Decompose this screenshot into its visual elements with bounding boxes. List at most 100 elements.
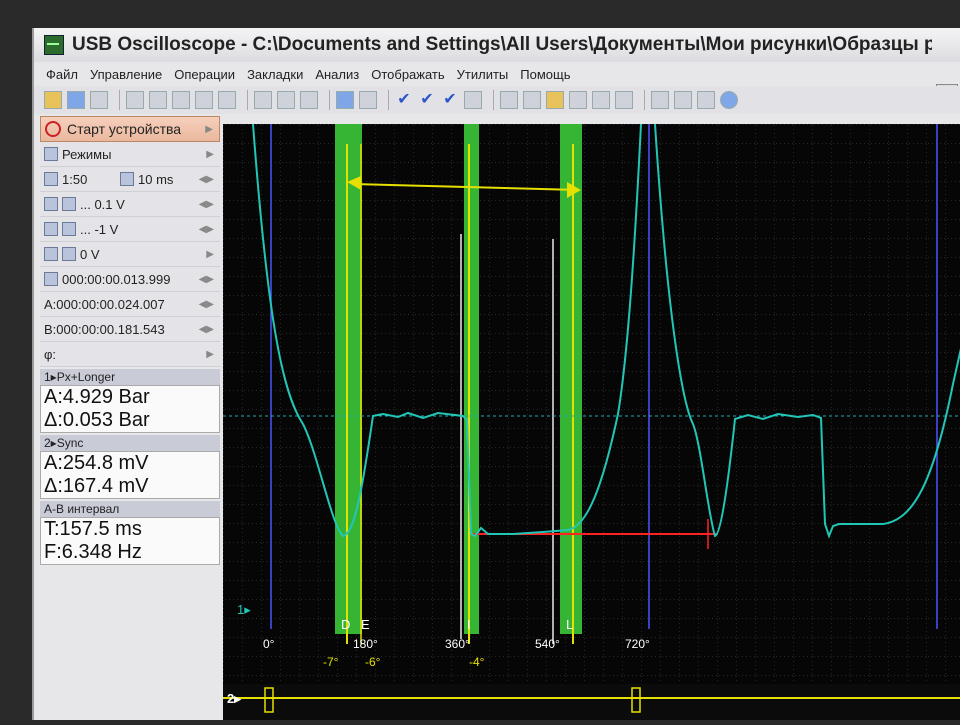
pin-icon[interactable] (359, 91, 377, 109)
check-icon[interactable]: ✔ (395, 91, 413, 109)
ch1-delta-value: Δ:0.053 Bar (44, 409, 150, 431)
paste-icon[interactable] (149, 91, 167, 109)
check-alt-icon[interactable]: ✔ (441, 91, 459, 109)
phase-0-label: 0° (263, 637, 275, 651)
print-icon[interactable] (90, 91, 108, 109)
ch1-section-header: 1▸Px+Longer (40, 369, 220, 385)
waveform-alt-icon[interactable] (277, 91, 295, 109)
menu-utilities[interactable]: Утилиты (457, 67, 509, 82)
phase-row[interactable]: φ: ▶ (40, 342, 220, 367)
trigger-row[interactable]: 0 V ▶ (40, 242, 220, 267)
folder-icon[interactable] (546, 91, 564, 109)
stepper-icon[interactable]: ◀▶ (199, 299, 214, 310)
modes-label: Режимы (62, 146, 112, 162)
cursor-a-value: A:000:00:00.024.007 (44, 296, 165, 312)
modes-button[interactable]: Режимы ▶ (40, 142, 220, 167)
probe-icon[interactable] (195, 91, 213, 109)
chevron-right-icon: ▶ (206, 348, 214, 360)
stepper-icon[interactable]: ◀▶ (199, 174, 214, 185)
offset-d-label: -7° (323, 655, 339, 669)
toolbar-separator (329, 90, 330, 110)
save-icon[interactable] (67, 91, 85, 109)
toolbar-separator (247, 90, 248, 110)
power-icon (45, 121, 61, 137)
sync-pulse-marker-2[interactable] (631, 687, 641, 713)
close-doc-icon[interactable] (697, 91, 715, 109)
copy-icon[interactable] (126, 91, 144, 109)
stop-icon[interactable] (592, 91, 610, 109)
ch2-sync-strip: 2▸ (223, 684, 960, 720)
ab-interval-readout: T:157.5 ms F:6.348 Hz (40, 517, 220, 565)
grid-background (223, 124, 960, 684)
undo-icon[interactable] (300, 91, 318, 109)
zoom-icon[interactable] (523, 91, 541, 109)
cut-icon[interactable] (172, 91, 190, 109)
chevron-right-icon: ▶ (206, 148, 214, 160)
marker-band-d[interactable] (335, 124, 362, 634)
step-icon[interactable] (569, 91, 587, 109)
ch1-a-value: A:4.929 Bar (44, 386, 150, 408)
grid-icon[interactable] (500, 91, 518, 109)
sync-pulse-marker-1[interactable] (264, 687, 274, 713)
ch2-sync-svg: 2▸ (223, 687, 960, 713)
window-title: USB Oscilloscope - C:\Documents and Sett… (72, 34, 932, 55)
cursor-a-row[interactable]: A:000:00:00.024.007 ◀▶ (40, 292, 220, 317)
stepper-icon[interactable]: ◀▶ (199, 199, 214, 210)
toolbar-separator (388, 90, 389, 110)
marker-l-label: L (566, 617, 573, 632)
menu-help[interactable]: Помощь (520, 67, 570, 82)
stepper-icon[interactable]: ◀▶ (199, 224, 214, 235)
menu-bookmarks[interactable]: Закладки (247, 67, 303, 82)
phase-720-label: 720° (625, 637, 650, 651)
marker-e-label: E (361, 617, 370, 632)
scope-svg: 1▸ D E I L 0° 180° 360° 540° 720° -7° -6… (223, 124, 960, 684)
document-icon[interactable] (464, 91, 482, 109)
check-down-icon[interactable]: ✔ (418, 91, 436, 109)
time-row[interactable]: 000:00:00.013.999 ◀▶ (40, 267, 220, 292)
toolbar-separator (493, 90, 494, 110)
cursor-b-value: B:000:00:00.181.543 (44, 321, 165, 337)
cursor-b-row[interactable]: B:000:00:00.181.543 ◀▶ (40, 317, 220, 342)
marker-band-l[interactable] (560, 124, 582, 634)
menu-control[interactable]: Управление (90, 67, 162, 82)
toolbar-separator (119, 90, 120, 110)
modes-icon (44, 147, 58, 161)
chevron-right-icon: ▶ (205, 123, 213, 135)
sheet-icon[interactable] (674, 91, 692, 109)
marker-band-i[interactable] (464, 124, 479, 634)
layout-icon[interactable] (615, 91, 633, 109)
menu-file[interactable]: Файл (46, 67, 78, 82)
control-panel: Старт устройства ▶ Режимы ▶ 1:50 10 ms ◀… (40, 116, 220, 696)
oscilloscope-screen[interactable]: 1▸ D E I L 0° 180° 360° 540° 720° -7° -6… (223, 124, 960, 684)
marker-i-label: I (467, 617, 471, 632)
magnifier-icon (44, 172, 58, 186)
ch2-a-value: A:254.8 mV (44, 452, 149, 474)
ch1-axis-marker: 1▸ (237, 602, 251, 617)
help-icon[interactable] (720, 91, 738, 109)
phase-540-label: 540° (535, 637, 560, 651)
ch1-scale-row[interactable]: ... 0.1 V ◀▶ (40, 192, 220, 217)
timebase-value: 10 ms (138, 171, 174, 187)
ch1-coupling-icon (62, 197, 76, 211)
menu-analysis[interactable]: Анализ (315, 67, 359, 82)
time-icon (44, 272, 58, 286)
open-icon[interactable] (44, 91, 62, 109)
waveform-icon[interactable] (254, 91, 272, 109)
trigger-icon[interactable] (218, 91, 236, 109)
ch2-section-header: 2▸Sync (40, 435, 220, 451)
toolbar: ✔ ✔ ✔ (34, 86, 960, 114)
ch2-scale-row[interactable]: ... -1 V ◀▶ (40, 217, 220, 242)
stepper-icon[interactable]: ◀▶ (199, 324, 214, 335)
export-icon[interactable] (651, 91, 669, 109)
menu-operations[interactable]: Операции (174, 67, 235, 82)
start-device-button[interactable]: Старт устройства ▶ (40, 116, 220, 142)
menu-view[interactable]: Отображать (371, 67, 444, 82)
zoom-timebase-row[interactable]: 1:50 10 ms ◀▶ (40, 167, 220, 192)
trigger-edge-icon (62, 247, 76, 261)
start-device-label: Старт устройства (67, 121, 182, 137)
stepper-icon[interactable]: ◀▶ (199, 274, 214, 285)
phase-180-label: 180° (353, 637, 378, 651)
display-icon[interactable] (336, 91, 354, 109)
oscilloscope-window: USB Oscilloscope - C:\Documents and Sett… (32, 28, 960, 720)
ch2-axis-marker: 2▸ (227, 691, 242, 706)
